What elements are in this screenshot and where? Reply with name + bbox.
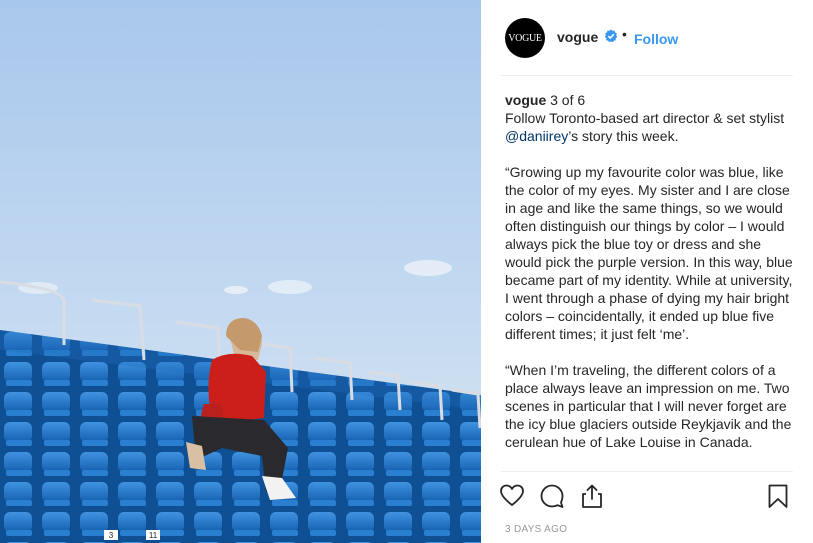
header-username[interactable]: vogue — [557, 29, 598, 45]
photo-scene: 3 11 — [0, 0, 481, 543]
caption-intro-end: ’s story this week. — [568, 128, 679, 144]
caption-fade — [505, 455, 795, 471]
mention-link[interactable]: @daniirey — [505, 128, 568, 144]
post-header: VOGUE vogue • Follow — [481, 0, 813, 76]
actions-divider — [501, 471, 793, 472]
header-divider — [501, 75, 793, 76]
caption-username[interactable]: vogue — [505, 92, 546, 108]
avatar-logo-text: VOGUE — [508, 32, 542, 44]
comment-icon[interactable] — [539, 483, 565, 509]
verified-badge-icon — [604, 29, 618, 43]
post-caption: vogue 3 of 6 Follow Toronto-based art di… — [505, 91, 795, 471]
header-separator: • — [622, 26, 627, 42]
caption-slide-count: 3 of 6 — [546, 92, 586, 108]
post-panel: VOGUE vogue • Follow vogue 3 of 6 Follow… — [481, 0, 813, 543]
caption-intro-text: Follow Toronto-based art director & set … — [505, 110, 785, 126]
action-bar — [481, 478, 813, 514]
caption-paragraph-2: “When I’m traveling, the different color… — [505, 362, 792, 450]
post-photo[interactable]: 3 11 — [0, 0, 481, 543]
follow-button[interactable]: Follow — [634, 31, 678, 47]
seat-number-11: 11 — [149, 531, 158, 540]
bookmark-icon[interactable] — [765, 483, 791, 509]
share-icon[interactable] — [579, 483, 605, 509]
heart-icon[interactable] — [499, 483, 525, 509]
post-timestamp[interactable]: 3 DAYS AGO — [505, 524, 567, 535]
seat-number-3: 3 — [109, 531, 114, 540]
caption-paragraph-1: “Growing up my favourite color was blue,… — [505, 164, 793, 342]
avatar[interactable]: VOGUE — [505, 18, 545, 58]
